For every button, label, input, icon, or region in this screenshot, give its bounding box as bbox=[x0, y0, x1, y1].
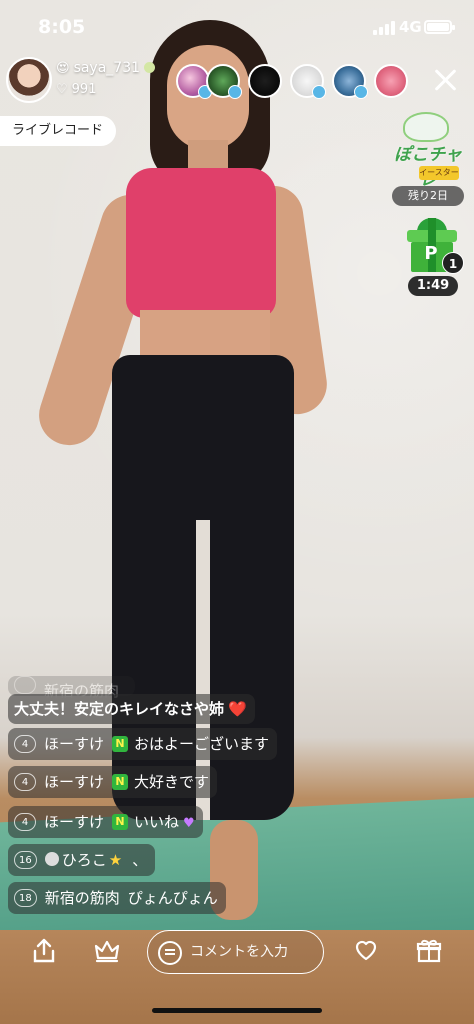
tennis-ball-icon bbox=[144, 62, 156, 73]
close-button[interactable] bbox=[430, 64, 462, 96]
viewer-badge-icon bbox=[312, 85, 326, 99]
home-indicator[interactable] bbox=[152, 1008, 322, 1013]
comment-row: 大丈夫！安定のキレイなさや姉 ❤️ bbox=[8, 694, 255, 724]
comment-text: 大丈夫！安定のキレイなさや姉 bbox=[14, 700, 225, 718]
host-name-text: saya_731 bbox=[73, 60, 141, 76]
gift-label: P bbox=[424, 243, 438, 264]
comment-text: ぴょんぴょん bbox=[127, 889, 218, 907]
viewer-avatar[interactable] bbox=[248, 64, 282, 98]
comment-user: 新宿の筋肉 bbox=[44, 889, 120, 907]
event-remaining: 残り2日 bbox=[392, 186, 464, 206]
heart-icon bbox=[355, 940, 377, 961]
level-badge: 18 bbox=[14, 889, 37, 907]
comment-row: 4 ほーすけ N いいね ♥ bbox=[8, 806, 203, 838]
host-avatar[interactable] bbox=[6, 57, 52, 103]
comment-user: ほーすけ bbox=[44, 773, 105, 791]
battery-icon bbox=[424, 20, 455, 34]
level-badge: 4 bbox=[14, 813, 36, 831]
likes-count: ♡ 991 bbox=[56, 82, 96, 97]
signal-icon bbox=[373, 20, 395, 35]
bottom-toolbar bbox=[0, 928, 474, 978]
comment-row: 16 ひろこ ★ 、 bbox=[8, 844, 156, 876]
host-name[interactable]: 😍 saya_731 bbox=[56, 60, 156, 76]
viewer-badge-icon bbox=[354, 85, 368, 99]
level-badge: 4 bbox=[14, 773, 36, 791]
share-button[interactable] bbox=[29, 938, 59, 968]
comment-input[interactable] bbox=[190, 931, 318, 973]
comment-text: いいね bbox=[134, 813, 180, 831]
status-bar: 8:05 4G bbox=[0, 0, 474, 56]
gift-count-badge: 1 bbox=[442, 252, 464, 274]
n-badge-icon: N bbox=[112, 736, 129, 752]
n-badge-icon: N bbox=[112, 774, 129, 790]
bunny-icon bbox=[403, 112, 449, 142]
comment-text: おはよーございます bbox=[134, 735, 270, 753]
likes-value: 991 bbox=[71, 82, 97, 97]
comment-text: 大好きです bbox=[134, 773, 210, 791]
n-badge-icon: N bbox=[112, 814, 129, 830]
viewer-avatar[interactable] bbox=[332, 64, 368, 99]
viewer-avatar[interactable] bbox=[176, 64, 212, 99]
star-icon: ★ bbox=[108, 851, 123, 869]
viewer-avatar[interactable] bbox=[374, 64, 408, 98]
heart-eyes-icon: 😍 bbox=[56, 61, 70, 76]
user-avatar-icon bbox=[44, 852, 59, 866]
level-badge bbox=[14, 676, 36, 694]
event-subtitle: イースター bbox=[419, 166, 459, 180]
event-title: ぽこチャレ bbox=[394, 145, 462, 190]
ranking-button[interactable] bbox=[92, 938, 122, 968]
live-record-tab[interactable]: ライブレコード bbox=[0, 116, 116, 146]
viewer-avatar[interactable] bbox=[206, 64, 242, 99]
event-banner[interactable]: ぽこチャレ イースター bbox=[391, 112, 465, 190]
level-badge: 16 bbox=[14, 851, 37, 869]
comment-row: 4 ほーすけ N おはよーございます bbox=[8, 728, 278, 760]
comment-text: 、 bbox=[132, 851, 148, 869]
red-heart-icon: ❤️ bbox=[228, 700, 247, 718]
gift-button[interactable] bbox=[414, 938, 444, 968]
comment-row: 新宿の筋肉 bbox=[8, 676, 136, 700]
crown-icon bbox=[94, 940, 120, 963]
comment-bubble-icon bbox=[158, 941, 182, 965]
comment-user: ひろこ bbox=[61, 851, 107, 869]
comment-user: ほーすけ bbox=[44, 735, 105, 753]
level-badge: 4 bbox=[14, 735, 36, 753]
heart-outline-icon: ♡ bbox=[56, 82, 68, 97]
viewer-avatar[interactable] bbox=[290, 64, 326, 99]
comment-input-box[interactable] bbox=[147, 930, 324, 974]
performer-top bbox=[126, 168, 276, 318]
comment-row: 18 新宿の筋肉 ぴょんぴょん bbox=[8, 882, 226, 914]
purple-heart-icon: ♥ bbox=[183, 816, 195, 831]
gift-icon bbox=[416, 939, 442, 963]
comment-row: 4 ほーすけ N 大好きです bbox=[8, 766, 218, 798]
viewer-badge-icon bbox=[228, 85, 242, 99]
network-type: 4G bbox=[399, 18, 422, 36]
comment-user: ほーすけ bbox=[44, 813, 105, 831]
share-icon bbox=[33, 938, 55, 963]
status-time: 8:05 bbox=[38, 16, 86, 38]
like-button[interactable] bbox=[351, 938, 381, 968]
gift-timer: 1:49 bbox=[408, 276, 458, 296]
